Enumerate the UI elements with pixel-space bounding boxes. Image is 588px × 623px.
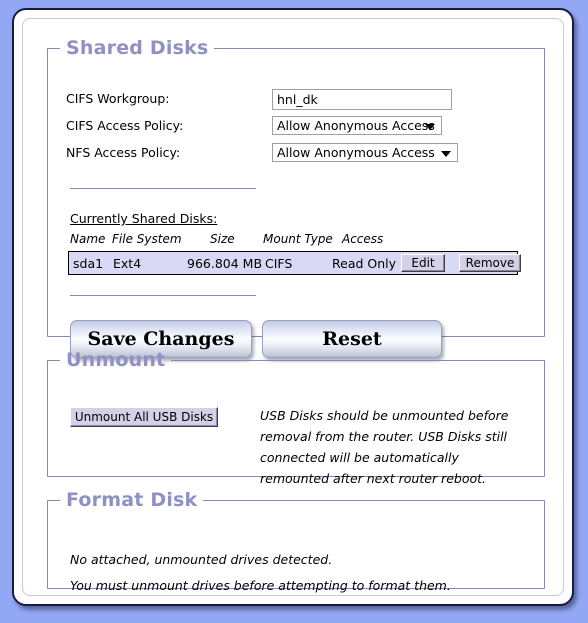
cifs-access-policy-value: Allow Anonymous Access <box>277 118 435 133</box>
cifs-workgroup-input[interactable] <box>272 89 452 110</box>
divider-top <box>70 188 256 189</box>
remove-button[interactable]: Remove <box>459 254 521 272</box>
column-header-file-system: File System <box>112 232 182 246</box>
divider-bottom <box>70 295 256 296</box>
cell-size: 966.804 MB <box>187 256 263 271</box>
label-nfs-access-policy: NFS Access Policy: <box>66 145 181 160</box>
chevron-down-icon <box>441 150 451 157</box>
shared-disks-table-caption: Currently Shared Disks: <box>70 211 218 226</box>
cell-access: Read Only <box>332 256 397 271</box>
format-disk-instruction-line: You must unmount drives before attemptin… <box>70 578 451 593</box>
unmount-note: USB Disks should be unmounted before rem… <box>260 408 509 486</box>
unmount-legend: Unmount <box>66 349 166 371</box>
column-header-access: Access <box>342 232 384 246</box>
cell-file-system: Ext4 <box>113 256 142 271</box>
cell-name: sda1 <box>73 256 104 271</box>
column-header-mount-type: Mount Type <box>263 232 333 246</box>
shared-disks-legend: Shared Disks <box>66 37 209 59</box>
format-disk-status-line: No attached, unmounted drives detected. <box>70 552 333 567</box>
unmount-all-usb-disks-button[interactable]: Unmount All USB Disks <box>70 407 218 427</box>
edit-button[interactable]: Edit <box>401 254 445 272</box>
format-disk-section: Format Disk No attached, unmounted drive… <box>47 489 545 593</box>
column-header-size: Size <box>210 232 235 246</box>
format-disk-legend: Format Disk <box>66 489 198 511</box>
content-panel: Shared Disks CIFS Workgroup: CIFS Access… <box>22 18 564 596</box>
nfs-access-policy-select[interactable]: Allow Anonymous Access <box>272 143 458 162</box>
chevron-down-icon <box>425 123 435 130</box>
label-cifs-workgroup: CIFS Workgroup: <box>66 91 170 106</box>
nfs-access-policy-value: Allow Anonymous Access <box>277 145 435 160</box>
column-header-name: Name <box>70 232 106 246</box>
unmount-section: Unmount Unmount All USB Disks USB Disks … <box>47 349 545 486</box>
shared-disks-section: Shared Disks CIFS Workgroup: CIFS Access… <box>47 37 545 358</box>
cifs-access-policy-select[interactable]: Allow Anonymous Access <box>272 116 442 135</box>
cell-mount-type: CIFS <box>265 256 293 271</box>
window-frame: Shared Disks CIFS Workgroup: CIFS Access… <box>12 8 574 606</box>
table-row: sda1 Ext4 966.804 MB CIFS Read Only Edit… <box>68 251 521 275</box>
label-cifs-access-policy: CIFS Access Policy: <box>66 118 184 133</box>
